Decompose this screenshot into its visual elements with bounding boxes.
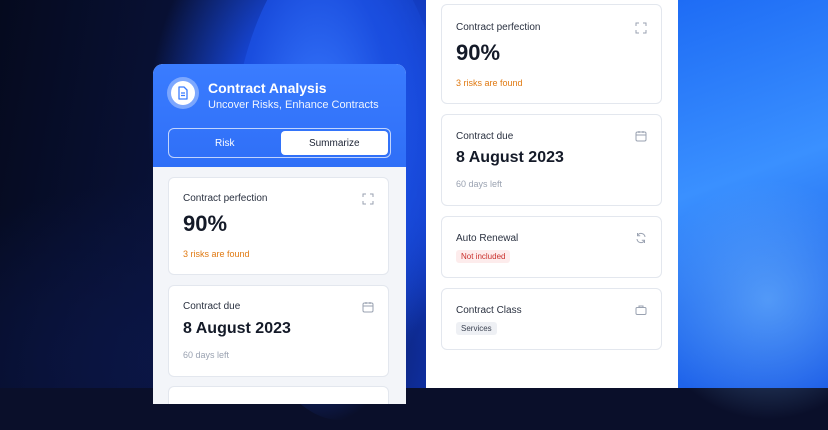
view-toggle: Risk Summarize	[168, 128, 391, 158]
wallpaper-right	[638, 0, 828, 430]
card-contract-due[interactable]: Contract due 8 August 2023 60 days left	[168, 285, 389, 377]
card-contract-class[interactable]: Contract Class Services	[441, 288, 662, 350]
card-contract-perfection[interactable]: Contract perfection 90% 3 risks are foun…	[441, 4, 662, 104]
calendar-icon	[635, 131, 647, 142]
card-label: Contract due	[183, 301, 241, 312]
card-label: Contract perfection	[456, 22, 541, 33]
contract-analysis-card: Contract Analysis Uncover Risks, Enhance…	[153, 64, 406, 404]
summary-panel: Contract perfection 90% 3 risks are foun…	[426, 0, 678, 388]
tab-risk[interactable]: Risk	[171, 131, 279, 155]
card-label: Contract Class	[456, 305, 522, 316]
document-badge	[167, 77, 199, 109]
days-left: 60 days left	[456, 179, 503, 189]
expand-icon[interactable]	[362, 193, 374, 205]
risk-note: 3 risks are found	[456, 78, 523, 88]
class-badge: Services	[456, 322, 497, 335]
card-value: 90%	[456, 40, 501, 65]
card-partial	[168, 386, 389, 404]
card-auto-renewal[interactable]: Auto Renewal Not included	[441, 216, 662, 278]
risk-note: 3 risks are found	[183, 249, 250, 259]
document-icon	[178, 86, 188, 100]
card-value: 8 August 2023	[183, 320, 291, 337]
refresh-icon	[636, 232, 646, 244]
status-badge: Not included	[456, 250, 511, 263]
card-contract-perfection[interactable]: Contract perfection 90% 3 risks are foun…	[168, 177, 389, 275]
card-contract-due[interactable]: Contract due 8 August 2023 60 days left	[441, 114, 662, 206]
days-left: 60 days left	[183, 350, 230, 360]
card-value: 90%	[183, 211, 228, 236]
app-title: Contract Analysis	[208, 80, 327, 96]
card-label: Auto Renewal	[456, 233, 519, 244]
card-value: 8 August 2023	[456, 149, 564, 166]
card-label: Contract perfection	[183, 193, 268, 204]
briefcase-icon	[635, 305, 647, 315]
card-header: Contract Analysis Uncover Risks, Enhance…	[153, 64, 406, 167]
calendar-icon	[362, 302, 374, 313]
tab-summarize[interactable]: Summarize	[280, 131, 388, 155]
card-label: Contract due	[456, 131, 514, 142]
app-subtitle: Uncover Risks, Enhance Contracts	[208, 99, 379, 111]
expand-icon[interactable]	[635, 22, 647, 34]
